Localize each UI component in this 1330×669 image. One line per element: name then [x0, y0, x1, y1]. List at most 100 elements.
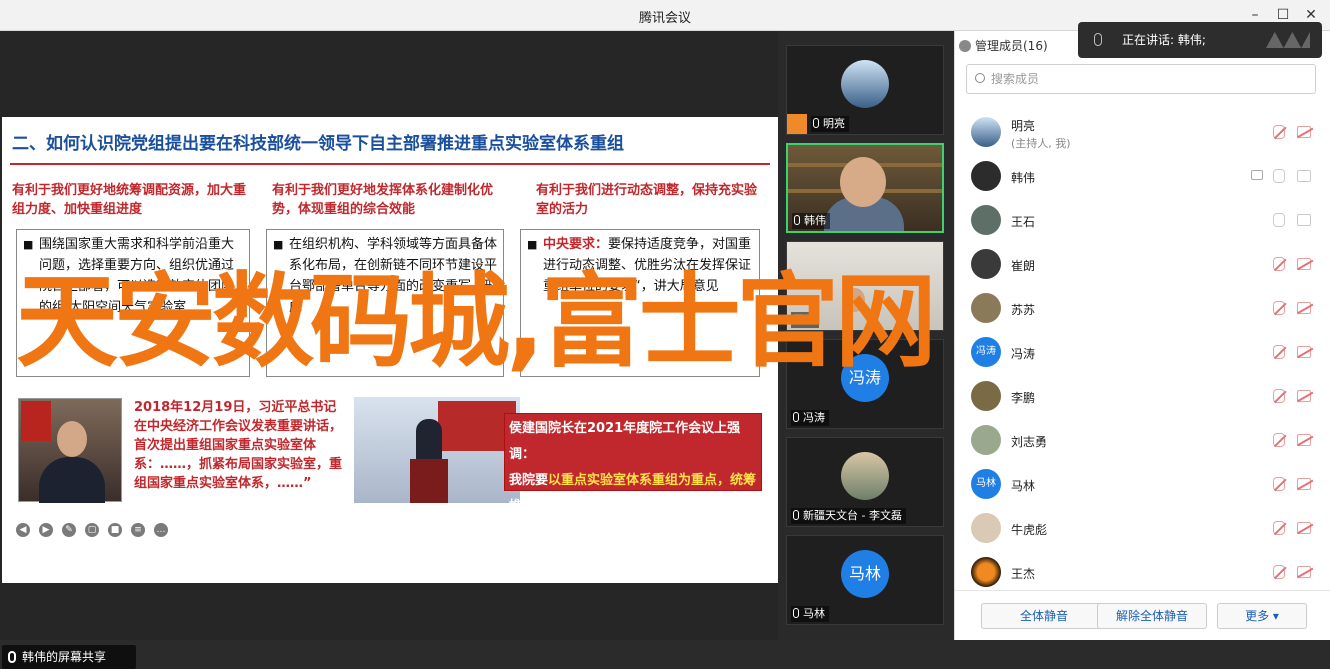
camera-off-icon[interactable]: [1297, 302, 1311, 314]
member-name: 王石: [1011, 215, 1036, 229]
camera-off-icon[interactable]: [1297, 390, 1311, 402]
panel-title: 管理成员(16): [975, 39, 1048, 53]
slide-col2-text: 在组织机构、学科领域等方面具备体系化布局，在创新链不同环节建设平台鄂部署单台等方…: [273, 234, 497, 318]
camera-off-icon[interactable]: [1297, 434, 1311, 446]
tile-label: 冯涛: [791, 410, 829, 426]
member-row[interactable]: 韩伟: [955, 155, 1330, 199]
panel-footer: 全体静音 解除全体静音 更多 ▾: [955, 590, 1330, 640]
unmute-all-button[interactable]: 解除全体静音: [1097, 603, 1207, 629]
pen-icon[interactable]: ✎: [62, 523, 76, 537]
avatar: [971, 513, 1001, 543]
screen-share-icon: [1251, 170, 1263, 180]
camera-off-icon[interactable]: [1297, 126, 1311, 138]
members-icon: [959, 40, 971, 52]
camera-off-icon[interactable]: [1297, 258, 1311, 270]
video-tile[interactable]: 马林 马林: [786, 535, 944, 625]
camera-icon[interactable]: [1297, 170, 1311, 182]
search-input[interactable]: 搜索成员: [966, 64, 1316, 94]
slide-title: 二、如何认识院党组提出要在科技部统一领导下自主部署推进重点实验室体系重组: [12, 134, 624, 154]
video-tile-speaking[interactable]: 韩伟: [786, 143, 944, 233]
avatar: [841, 60, 889, 108]
slide-col3-heading: 有利于我们进行动态调整，保持充实验室的活力: [536, 183, 758, 217]
mic-icon[interactable]: [1273, 169, 1285, 183]
member-name: 王杰: [1011, 567, 1036, 581]
video-icon[interactable]: ■: [108, 523, 122, 537]
search-placeholder: 搜索成员: [991, 72, 1040, 86]
video-tiles-column: 明亮 韩伟 王石 冯涛 冯涛 新疆天文台 - 李文磊 马林 马林: [778, 31, 954, 640]
quote2-lead: 我院要: [509, 473, 549, 488]
member-name: 李鹏: [1011, 391, 1036, 405]
avatar: [971, 249, 1001, 279]
subtitle-icon[interactable]: ≡: [131, 523, 145, 537]
slide-col1-box: 围绕国家重大需求和科学前沿重大问题，选择重要方向、组织优通过院自主部署，可以选定…: [16, 229, 250, 377]
fullscreen-icon[interactable]: ▢: [85, 523, 99, 537]
camera-off-icon[interactable]: [1297, 478, 1311, 490]
member-role: (主持人, 我): [1011, 137, 1071, 150]
mic-muted-icon[interactable]: [1273, 257, 1285, 271]
more-button[interactable]: 更多 ▾: [1217, 603, 1307, 629]
quote2-highlight: 以重点实验室体系重组为重点，统筹: [548, 473, 757, 488]
video-tile[interactable]: 冯涛 冯涛: [786, 339, 944, 429]
slide-quote-1: 2018年12月19日，习近平总书记在中央经济工作会议发表重要讲话，首次提出重组…: [134, 400, 343, 491]
camera-icon[interactable]: [1297, 214, 1311, 226]
member-name: 马林: [1011, 479, 1036, 493]
member-name: 牛虎彪: [1011, 523, 1048, 537]
member-row[interactable]: 王石: [955, 199, 1330, 243]
speech-photo: [18, 398, 122, 503]
avatar: 冯涛: [971, 337, 1001, 367]
mute-all-button[interactable]: 全体静音: [981, 603, 1107, 629]
camera-off-icon[interactable]: [1297, 522, 1311, 534]
avatar: 马林: [841, 550, 889, 598]
video-tile[interactable]: 明亮: [786, 45, 944, 135]
member-name: 苏苏: [1011, 303, 1036, 317]
slide-col2-box: 在组织机构、学科领域等方面具备体系化布局，在创新链不同环节建设平台鄂部署单台等方…: [266, 229, 504, 377]
mic-muted-icon[interactable]: [1273, 565, 1285, 579]
member-row[interactable]: 刘志勇: [955, 419, 1330, 463]
slide-col3-red: 中央要求：: [543, 237, 609, 252]
avatar: 马林: [971, 469, 1001, 499]
avatar: 冯涛: [841, 354, 889, 402]
member-row[interactable]: 苏苏: [955, 287, 1330, 331]
prev-slide-icon[interactable]: ◀: [16, 523, 30, 537]
slide-col1-heading: 有利于我们更好地统筹调配资源，加大重组力度、加快重组进度: [12, 183, 247, 217]
avatar: [971, 425, 1001, 455]
mic-icon: [1094, 33, 1102, 46]
host-icon: [787, 114, 807, 134]
member-row[interactable]: 王杰: [955, 551, 1330, 595]
member-name: 冯涛: [1011, 347, 1036, 361]
mic-icon: [8, 651, 16, 663]
member-row[interactable]: 李鹏: [955, 375, 1330, 419]
speaking-text: 正在讲话: 韩伟;: [1122, 33, 1206, 47]
video-tile[interactable]: 新疆天文台 - 李文磊: [786, 437, 944, 527]
avatar: [841, 452, 889, 500]
member-row[interactable]: 明亮 (主持人, 我): [955, 111, 1330, 155]
avatar: [971, 117, 1001, 147]
mic-muted-icon[interactable]: [1273, 125, 1285, 139]
conference-photo: [354, 397, 520, 503]
mic-muted-icon[interactable]: [1273, 521, 1285, 535]
mic-muted-icon[interactable]: [1273, 433, 1285, 447]
mic-muted-icon[interactable]: [1273, 477, 1285, 491]
slide-divider: [10, 163, 770, 165]
camera-off-icon[interactable]: [1297, 346, 1311, 358]
mic-muted-icon[interactable]: [1273, 389, 1285, 403]
avatar: [971, 293, 1001, 323]
camera-off-icon[interactable]: [1297, 566, 1311, 578]
next-slide-icon[interactable]: ▶: [39, 523, 53, 537]
search-icon: [975, 73, 985, 83]
tile-label: 马林: [791, 606, 829, 622]
video-tile[interactable]: 王石: [786, 241, 944, 331]
mic-muted-icon[interactable]: [1273, 301, 1285, 315]
member-row[interactable]: 马林 马林: [955, 463, 1330, 507]
mic-icon[interactable]: [1273, 213, 1285, 227]
screen-share-indicator: 韩伟的屏幕共享: [2, 645, 136, 669]
member-row[interactable]: 牛虎彪: [955, 507, 1330, 551]
member-row[interactable]: 冯涛 冯涛: [955, 331, 1330, 375]
member-row[interactable]: 崔朗: [955, 243, 1330, 287]
app-logo-icon: [1266, 32, 1310, 48]
screen-share-stage[interactable]: 二、如何认识院党组提出要在科技部统一领导下自主部署推进重点实验室体系重组 有利于…: [0, 31, 778, 669]
avatar: [971, 557, 1001, 587]
slide-col2-heading: 有利于我们更好地发挥体系化建制化优势，体现重组的综合效能: [272, 183, 494, 217]
more-icon[interactable]: …: [154, 523, 168, 537]
mic-muted-icon[interactable]: [1273, 345, 1285, 359]
